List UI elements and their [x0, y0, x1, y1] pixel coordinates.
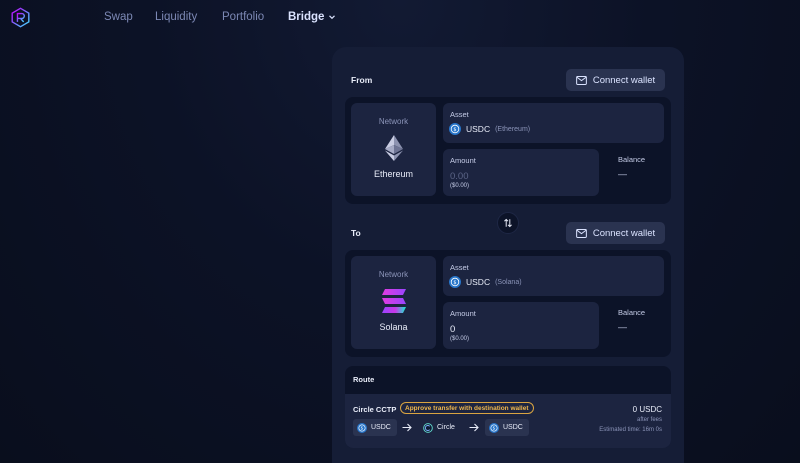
nav-item-bridge[interactable]: Bridge: [288, 11, 336, 23]
to-network-selector[interactable]: Network Solana: [351, 256, 436, 349]
from-amount-label: Amount: [450, 156, 476, 165]
arrow-right-icon: [469, 423, 479, 432]
to-asset-selector[interactable]: Asset $ USDC (Solana): [443, 256, 664, 296]
usdc-icon: $: [357, 422, 367, 433]
from-network-label: Network: [378, 117, 409, 126]
route-hop-destination: $ USDC: [485, 419, 529, 436]
usdc-icon: $: [449, 123, 461, 135]
svg-text:$: $: [493, 425, 496, 430]
route-option[interactable]: Circle CCTP Approve transfer with destin…: [345, 394, 671, 448]
to-balance-value: —: [618, 322, 627, 332]
route-hop-destination-label: USDC: [503, 424, 523, 431]
to-amount-usd: ($0.00): [450, 336, 470, 342]
to-amount-value: 0: [450, 324, 456, 335]
from-asset-symbol: USDC: [466, 124, 491, 134]
to-network-label: Network: [378, 270, 409, 279]
from-asset-label: Asset: [450, 110, 469, 119]
to-asset-symbol: USDC: [466, 277, 491, 287]
solana-logo-icon: [381, 289, 406, 313]
to-label: To: [351, 228, 361, 238]
route-panel: Route Circle CCTP Approve transfer with …: [345, 366, 671, 448]
from-asset-selector[interactable]: Asset $ USDC (Ethereum): [443, 103, 664, 143]
route-hop-bridge-label: Circle: [437, 424, 455, 431]
route-warning-badge: Approve transfer with destination wallet: [400, 402, 534, 414]
nav-item-bridge-label: Bridge: [288, 11, 325, 23]
wallet-icon: [575, 228, 587, 238]
to-connect-wallet-label: Connect wallet: [592, 227, 656, 239]
route-fees-note: after fees: [636, 417, 662, 423]
wallet-icon: [575, 75, 587, 85]
from-label: From: [351, 75, 373, 85]
from-amount-box: Amount ($0.00): [443, 149, 599, 196]
chevron-down-icon: [329, 15, 336, 20]
from-balance-value: —: [618, 169, 627, 179]
svg-text:$: $: [453, 280, 456, 286]
swap-direction-icon: [504, 218, 512, 228]
to-connect-wallet-button[interactable]: Connect wallet: [566, 222, 665, 244]
route-hop-source: $ USDC: [353, 419, 397, 436]
arrow-right-icon: [402, 423, 412, 432]
route-title: Route: [353, 375, 375, 384]
from-network-selector[interactable]: Network Ethereum: [351, 103, 436, 196]
to-asset-label: Asset: [450, 263, 469, 272]
bridge-card: From Connect wallet Network Ethereum Ass…: [332, 47, 684, 463]
usdc-icon: $: [489, 422, 499, 433]
nav-item-portfolio[interactable]: Portfolio: [222, 11, 264, 23]
to-balance-label: Balance: [618, 308, 646, 317]
svg-text:$: $: [361, 425, 364, 430]
svg-text:$: $: [453, 127, 456, 133]
route-hop-source-label: USDC: [371, 424, 391, 431]
usdc-icon: $: [449, 276, 461, 288]
to-asset-chain: (Solana): [495, 278, 522, 286]
route-estimated-time: Estimated time: 16m 0s: [599, 427, 662, 433]
to-amount-label: Amount: [450, 309, 476, 318]
from-asset-chain: (Ethereum): [495, 125, 531, 133]
ethereum-logo-icon: [384, 135, 403, 161]
route-hop-bridge: Circle: [423, 419, 455, 436]
route-output-amount: 0 USDC: [632, 405, 662, 414]
from-balance-label: Balance: [618, 155, 646, 164]
from-panel: Network Ethereum Asset $ USDC (Ethereum)…: [345, 97, 671, 204]
nav-item-liquidity[interactable]: Liquidity: [155, 11, 197, 23]
raydium-logo-icon[interactable]: [10, 7, 31, 28]
from-amount-usd: ($0.00): [450, 183, 470, 189]
from-connect-wallet-button[interactable]: Connect wallet: [566, 69, 665, 91]
nav-item-swap[interactable]: Swap: [104, 11, 133, 23]
to-network-name: Solana: [379, 322, 408, 332]
swap-direction-button[interactable]: [497, 212, 519, 234]
from-connect-wallet-label: Connect wallet: [592, 74, 656, 86]
from-amount-input[interactable]: [450, 169, 590, 183]
to-panel: Network Solana Asset $ USDC (Solana) Amo…: [345, 250, 671, 357]
to-amount-box: Amount 0 ($0.00): [443, 302, 599, 349]
route-name: Circle CCTP: [353, 405, 397, 414]
from-network-name: Ethereum: [373, 169, 414, 179]
circle-icon: [423, 422, 433, 433]
